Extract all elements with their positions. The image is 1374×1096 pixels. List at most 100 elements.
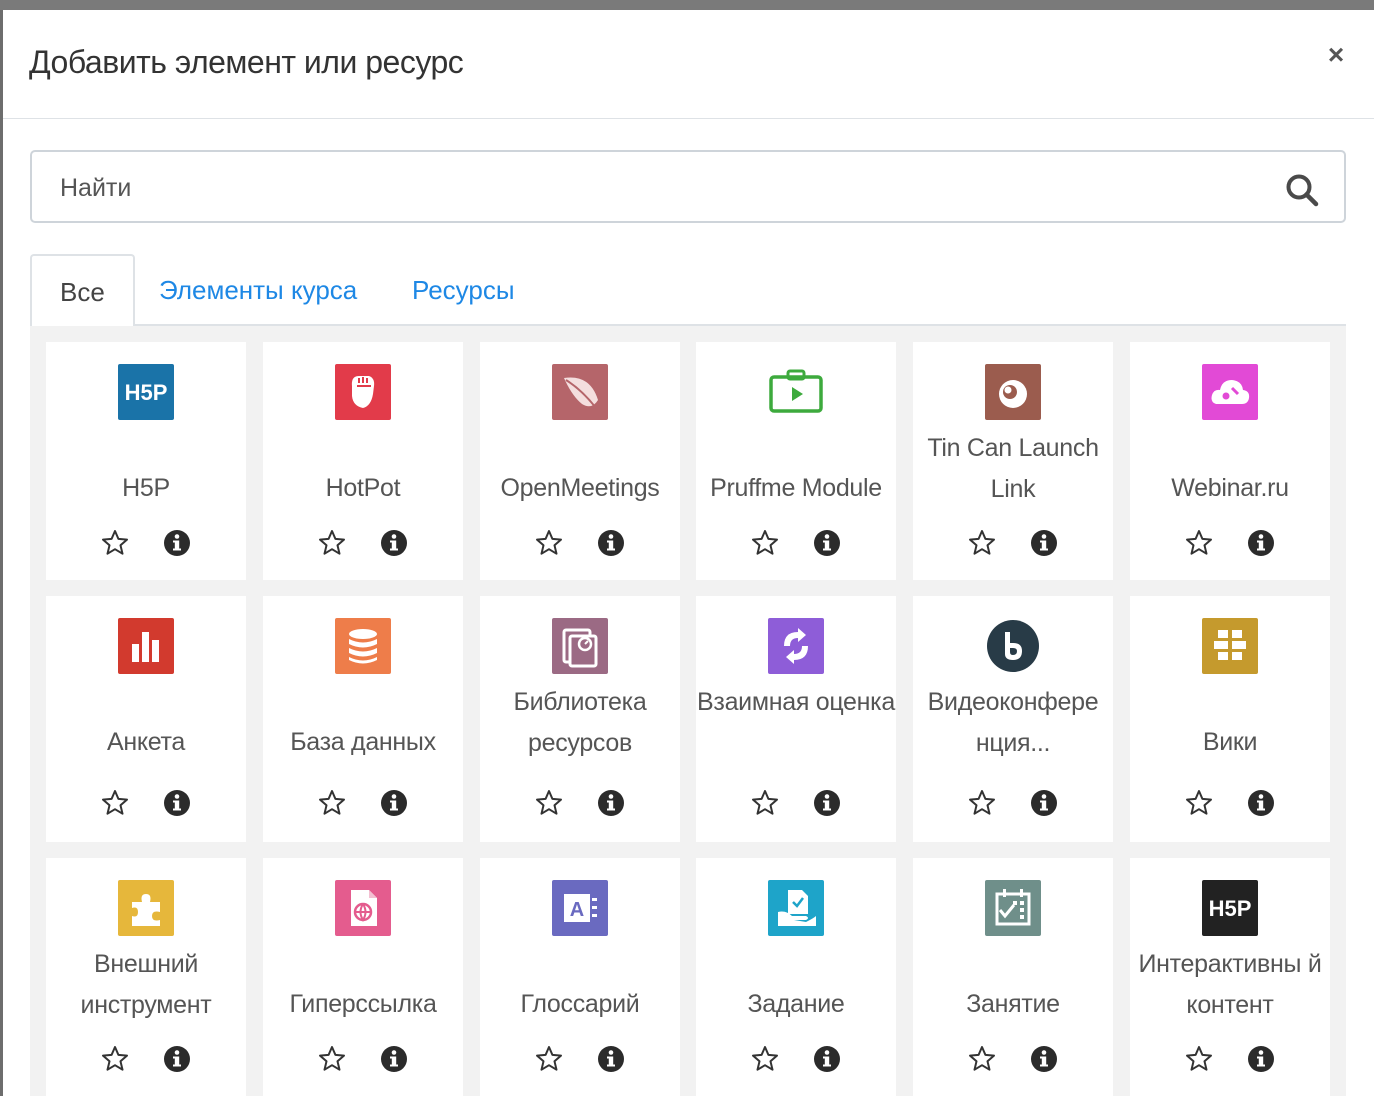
tab-activities[interactable]: Элементы курса bbox=[131, 254, 385, 326]
activity-name: База данных bbox=[290, 728, 436, 756]
activity-name: Pruffme Module bbox=[710, 474, 882, 502]
activity-tile-bigbluebutton[interactable]: Видеоконфере нция... bbox=[913, 596, 1113, 842]
activity-tile-url[interactable]: Гиперссылка bbox=[263, 858, 463, 1096]
star-icon[interactable] bbox=[100, 1044, 130, 1074]
activity-tile-resource-library[interactable]: Библиотека ресурсов bbox=[480, 596, 680, 842]
bar-chart-icon bbox=[118, 618, 174, 674]
star-icon[interactable] bbox=[1184, 528, 1214, 558]
star-icon[interactable] bbox=[750, 528, 780, 558]
peer-review-icon bbox=[768, 618, 824, 674]
tab-all[interactable]: Все bbox=[30, 254, 135, 328]
activity-tile-assignment[interactable]: Задание bbox=[696, 858, 896, 1096]
activity-tile-wiki[interactable]: Вики bbox=[1130, 596, 1330, 842]
activity-name: OpenMeetings bbox=[500, 474, 660, 502]
close-button[interactable]: × bbox=[1321, 40, 1351, 70]
assignment-icon bbox=[768, 880, 824, 936]
info-icon[interactable] bbox=[1029, 788, 1059, 818]
info-icon[interactable] bbox=[162, 788, 192, 818]
activity-name: H5P bbox=[122, 474, 170, 502]
star-icon[interactable] bbox=[967, 788, 997, 818]
star-icon[interactable] bbox=[534, 788, 564, 818]
modal-title: Добавить элемент или ресурс bbox=[29, 44, 464, 80]
bigbluebutton-icon bbox=[985, 618, 1041, 674]
info-icon[interactable] bbox=[379, 788, 409, 818]
activity-tile-openmeetings[interactable]: OpenMeetings bbox=[480, 342, 680, 580]
wiki-icon bbox=[1202, 618, 1258, 674]
url-globe-icon bbox=[335, 880, 391, 936]
search-box bbox=[30, 150, 1346, 223]
activity-name: Глоссарий bbox=[520, 990, 640, 1018]
tincan-icon bbox=[985, 364, 1041, 420]
activity-name: Вики bbox=[1202, 728, 1258, 756]
activity-name: Задание bbox=[747, 990, 845, 1018]
info-icon[interactable] bbox=[1246, 528, 1276, 558]
activity-tile-peer-review[interactable]: Взаимная оценка bbox=[696, 596, 896, 842]
info-icon[interactable] bbox=[1029, 528, 1059, 558]
activity-name: Интерактивны й контент bbox=[1138, 950, 1322, 1019]
puzzle-icon bbox=[118, 880, 174, 936]
info-icon[interactable] bbox=[596, 788, 626, 818]
info-icon[interactable] bbox=[379, 1044, 409, 1074]
activity-grid: H5P H5P HotPot OpenMeetings Pruffme Modu… bbox=[30, 326, 1346, 1096]
activity-tile-database[interactable]: База данных bbox=[263, 596, 463, 842]
info-icon[interactable] bbox=[1029, 1044, 1059, 1074]
database-icon bbox=[335, 618, 391, 674]
info-icon[interactable] bbox=[812, 528, 842, 558]
activity-tile-glossary[interactable]: A Глоссарий bbox=[480, 858, 680, 1096]
search-icon[interactable] bbox=[1284, 172, 1320, 208]
star-icon[interactable] bbox=[317, 1044, 347, 1074]
star-icon[interactable] bbox=[317, 528, 347, 558]
activity-tile-hotpot[interactable]: HotPot bbox=[263, 342, 463, 580]
lesson-calendar-icon bbox=[985, 880, 1041, 936]
category-tabs: Все Элементы курса Ресурсы bbox=[30, 254, 1346, 328]
activity-name: Гиперссылка bbox=[289, 990, 437, 1018]
info-icon[interactable] bbox=[812, 1044, 842, 1074]
pruffme-video-icon bbox=[768, 364, 824, 420]
activity-tile-feedback[interactable]: Анкета bbox=[46, 596, 246, 842]
star-icon[interactable] bbox=[967, 1044, 997, 1074]
star-icon[interactable] bbox=[750, 788, 780, 818]
h5p-icon: H5P bbox=[118, 364, 174, 420]
activity-tile-lesson[interactable]: Занятие bbox=[913, 858, 1113, 1096]
star-icon[interactable] bbox=[317, 788, 347, 818]
search-input[interactable] bbox=[58, 170, 1262, 206]
openmeetings-feather-icon bbox=[552, 364, 608, 420]
info-icon[interactable] bbox=[596, 528, 626, 558]
activity-tile-interactive-content[interactable]: H5P Интерактивны й контент bbox=[1130, 858, 1330, 1096]
hotpot-icon bbox=[335, 364, 391, 420]
star-icon[interactable] bbox=[100, 788, 130, 818]
star-icon[interactable] bbox=[534, 1044, 564, 1074]
tab-resources[interactable]: Ресурсы bbox=[384, 254, 543, 326]
info-icon[interactable] bbox=[379, 528, 409, 558]
activity-name: Видеоконфере нция... bbox=[927, 688, 1099, 757]
h5p-dark-icon: H5P bbox=[1202, 880, 1258, 936]
star-icon[interactable] bbox=[534, 528, 564, 558]
info-icon[interactable] bbox=[162, 1044, 192, 1074]
activity-tile-external-tool[interactable]: Внешний инструмент bbox=[46, 858, 246, 1096]
activity-name: Webinar.ru bbox=[1171, 474, 1289, 502]
info-icon[interactable] bbox=[162, 528, 192, 558]
glossary-icon: A bbox=[552, 880, 608, 936]
info-icon[interactable] bbox=[1246, 1044, 1276, 1074]
activity-name: Внешний инструмент bbox=[80, 950, 212, 1019]
activity-tile-tincan[interactable]: Tin Can Launch Link bbox=[913, 342, 1113, 580]
svg-text:A: A bbox=[570, 899, 584, 921]
star-icon[interactable] bbox=[100, 528, 130, 558]
page-backdrop bbox=[0, 0, 1374, 10]
activity-name: HotPot bbox=[325, 474, 401, 502]
star-icon[interactable] bbox=[1184, 1044, 1214, 1074]
info-icon[interactable] bbox=[596, 1044, 626, 1074]
svg-text:H5P: H5P bbox=[1209, 896, 1252, 921]
star-icon[interactable] bbox=[1184, 788, 1214, 818]
add-activity-modal: Добавить элемент или ресурс × Все Элемен… bbox=[3, 10, 1374, 1096]
activity-name: Библиотека ресурсов bbox=[513, 688, 647, 757]
star-icon[interactable] bbox=[967, 528, 997, 558]
activity-tile-webinar[interactable]: Webinar.ru bbox=[1130, 342, 1330, 580]
activity-name: Взаимная оценка bbox=[697, 688, 895, 716]
activity-tile-h5p[interactable]: H5P H5P bbox=[46, 342, 246, 580]
svg-text:H5P: H5P bbox=[125, 380, 168, 405]
star-icon[interactable] bbox=[750, 1044, 780, 1074]
info-icon[interactable] bbox=[812, 788, 842, 818]
activity-tile-pruffme[interactable]: Pruffme Module bbox=[696, 342, 896, 580]
info-icon[interactable] bbox=[1246, 788, 1276, 818]
